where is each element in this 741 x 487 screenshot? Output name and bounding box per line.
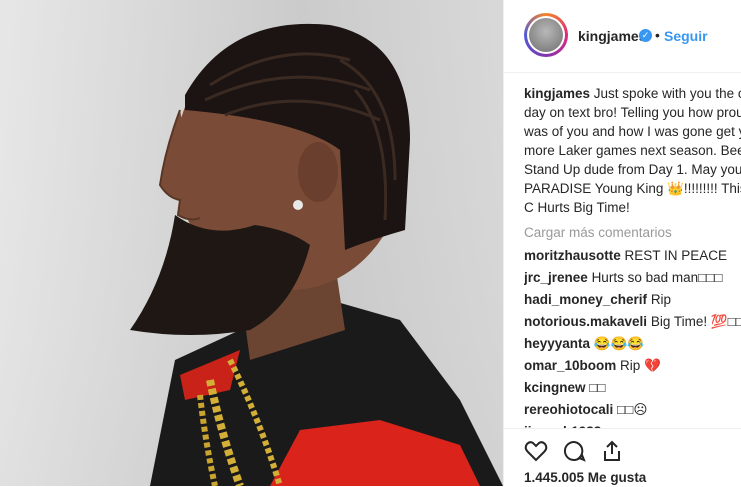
comment-username[interactable]: omar_10boom — [524, 358, 616, 373]
post-header: kingjames ✓ • Seguir — [504, 0, 741, 73]
load-more-comments-button[interactable]: Cargar más comentarios — [524, 223, 741, 242]
comment-text: REST IN PEACE — [624, 248, 728, 263]
separator-dot: • — [655, 27, 660, 43]
comment-row: kcingnew □□ — [524, 378, 741, 397]
comment-row: heyyyanta 😂😂😂 — [524, 334, 741, 353]
comment-text: Rip 💔 — [620, 358, 661, 373]
comment-row: rereohiotocali □□☹ — [524, 400, 741, 419]
comment-username[interactable]: heyyyanta — [524, 336, 590, 351]
caption-text: Just spoke with you the ot day on text b… — [524, 86, 741, 215]
comment-text: □□☹ — [617, 402, 648, 417]
comment-text: 😂😂😂 — [593, 336, 645, 351]
comment-row: moritzhausotte REST IN PEACE — [524, 246, 741, 265]
comment-username[interactable]: hadi_money_cherif — [524, 292, 647, 307]
avatar[interactable] — [524, 13, 568, 57]
comment-username[interactable]: notorious.makaveli — [524, 314, 647, 329]
post-side-panel: kingjames ✓ • Seguir kingjames Just spok… — [503, 0, 741, 486]
post-photo[interactable] — [0, 0, 503, 486]
comment-username[interactable]: jrc_jrenee — [524, 270, 588, 285]
comment-username[interactable]: rereohiotocali — [524, 402, 613, 417]
post-photo-illustration — [130, 23, 503, 486]
comment-text: Big Time! 💯□□ — [650, 314, 741, 329]
avatar-ring-inner — [527, 16, 565, 54]
comment-username[interactable]: moritzhausotte — [524, 248, 621, 263]
post-caption: kingjames Just spoke with you the ot day… — [524, 84, 741, 217]
verified-badge-icon: ✓ — [639, 29, 652, 42]
comment-row: notorious.makaveli Big Time! 💯□□ — [524, 312, 741, 331]
likes-count[interactable]: 1.445.005 Me gusta — [524, 470, 646, 485]
share-icon[interactable] — [600, 439, 624, 463]
comment-text: □□ — [589, 380, 606, 395]
comment-row: hadi_money_cherif Rip — [524, 290, 741, 309]
comments-list[interactable]: kingjames Just spoke with you the ot day… — [524, 84, 741, 428]
comment-text: Rip — [650, 292, 672, 307]
comment-icon[interactable] — [562, 439, 586, 463]
comment-username[interactable]: kcingnew — [524, 380, 586, 395]
follow-button[interactable]: Seguir — [664, 28, 708, 44]
comment-row: jrc_jrenee Hurts so bad man□□□ — [524, 268, 741, 287]
comment-row: omar_10boom Rip 💔 — [524, 356, 741, 375]
avatar-image — [529, 18, 563, 52]
heart-icon[interactable] — [524, 439, 548, 463]
post-actions: 1.445.005 Me gusta — [504, 428, 741, 487]
comment-text: Hurts so bad man□□□ — [591, 270, 723, 285]
username-link[interactable]: kingjames — [578, 28, 646, 44]
caption-username[interactable]: kingjames — [524, 86, 590, 101]
